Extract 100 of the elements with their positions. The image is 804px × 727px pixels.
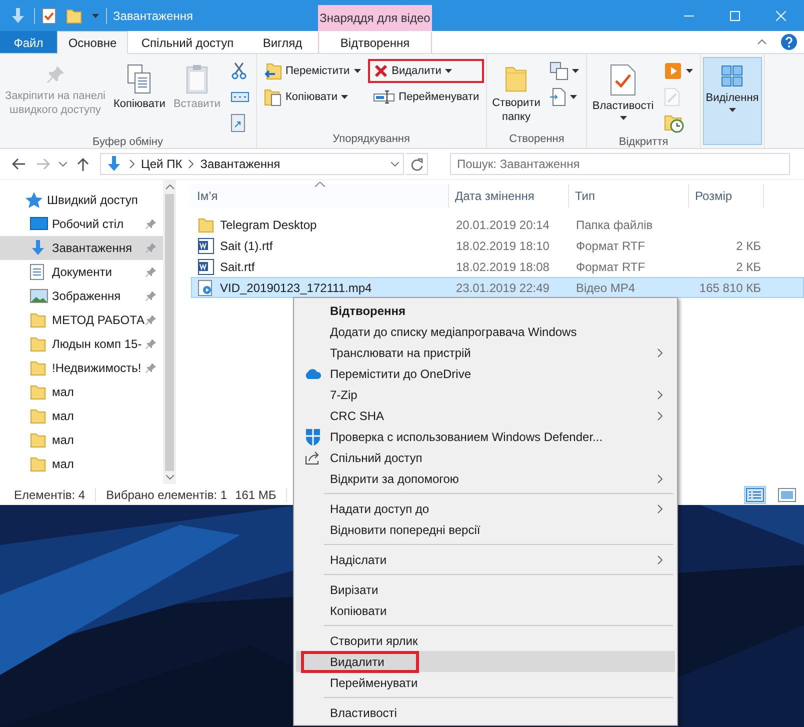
nav-item[interactable]: Документи xyxy=(0,260,163,284)
menu-item[interactable]: Копіювати xyxy=(296,600,675,621)
nav-item[interactable]: Завантаження xyxy=(0,236,163,260)
details-view-button[interactable] xyxy=(744,486,766,504)
ribbon-button[interactable]: Видалити xyxy=(368,59,484,83)
ribbon-button[interactable]: Виділення xyxy=(702,57,762,145)
chevron-right-icon xyxy=(129,159,135,169)
back-arrow-icon xyxy=(12,158,26,170)
ribbon-tab[interactable]: Спільний доступ xyxy=(128,31,247,53)
cloud-icon xyxy=(304,368,322,378)
date-cell: 23.01.2019 22:49 xyxy=(456,280,550,294)
ribbon-tab[interactable]: Відтворення xyxy=(318,31,432,53)
pin-icon xyxy=(145,266,157,278)
chevron-right-icon xyxy=(657,410,663,420)
menu-item[interactable]: Видалити xyxy=(296,651,675,672)
menu-item[interactable]: 7-Zip xyxy=(296,384,675,405)
ribbon-tab[interactable]: Основне xyxy=(57,31,128,54)
ribbon-button[interactable]: Створити папку xyxy=(489,57,544,127)
large-icons-view-button[interactable] xyxy=(776,486,798,504)
chevron-right-icon xyxy=(657,390,663,400)
column-header[interactable]: Тип xyxy=(569,184,689,208)
menu-item[interactable]: CRC SHA xyxy=(296,405,675,426)
folder-icon xyxy=(30,432,46,448)
nav-item[interactable]: Зображення xyxy=(0,284,163,308)
refresh-button[interactable] xyxy=(406,153,428,175)
menu-item[interactable]: Властивості xyxy=(296,702,675,723)
type-cell: Формат RTF xyxy=(576,238,646,252)
nav-item[interactable]: Швидкий доступ xyxy=(0,188,163,212)
ribbon-tab[interactable]: Файл xyxy=(0,31,57,53)
ribbon-button[interactable]: Властивості xyxy=(589,57,657,127)
menu-item[interactable]: Відкрити за допомогою xyxy=(296,468,675,489)
word-document-icon xyxy=(198,238,214,254)
pin-icon xyxy=(45,64,66,86)
menu-item[interactable]: Спільний доступ xyxy=(296,447,675,468)
column-header[interactable]: Ім’я xyxy=(191,184,449,208)
delete-icon xyxy=(374,64,388,78)
ribbon-button[interactable]: Перейменувати xyxy=(368,85,484,109)
new-item-icon xyxy=(550,62,568,80)
group-label: Відкриття xyxy=(618,136,668,148)
file-name: VID_20190123_172111.mp4 xyxy=(220,280,372,294)
nav-item[interactable]: мал xyxy=(0,380,163,404)
download-arrow-icon xyxy=(105,155,123,173)
pin-icon xyxy=(145,218,157,230)
folder-page-icon xyxy=(264,88,282,106)
caret-icon xyxy=(445,69,452,73)
file-row[interactable]: Telegram Desktop 20.01.2019 20:14 Папка файлів xyxy=(191,214,804,235)
nav-item[interactable]: мал xyxy=(0,404,163,428)
caret-icon xyxy=(570,95,578,99)
file-row[interactable]: VID_20190123_172111.mp4 23.01.2019 22:49 Відео MP4 165 810 КБ xyxy=(191,277,804,298)
file-name: Telegram Desktop xyxy=(220,218,317,232)
nav-item[interactable]: МЕТОД РАБОТА xyxy=(0,308,163,332)
ribbon-tab[interactable]: Вигляд xyxy=(247,31,318,53)
menu-item[interactable]: Відновити попередні версії xyxy=(296,519,675,540)
chevron-down-icon xyxy=(59,162,67,166)
nav-item[interactable]: !Недвижимость! xyxy=(0,356,163,380)
file-row[interactable]: Sait (1).rtf 18.02.2019 18:10 Формат RTF 2 КБ xyxy=(191,235,804,256)
caret-icon xyxy=(620,116,627,120)
collapse-caret-icon xyxy=(164,184,174,190)
clipboard-icon xyxy=(184,64,209,94)
document-icon xyxy=(30,264,44,280)
menu-item[interactable]: Транслювати на пристрій xyxy=(296,342,675,363)
document-arrow-icon xyxy=(550,88,566,106)
scrollbar[interactable] xyxy=(163,180,176,484)
nav-item[interactable]: мал xyxy=(0,452,163,476)
desktop-icon xyxy=(30,217,48,231)
shield-icon xyxy=(305,428,321,446)
menu-item[interactable]: Відтворення xyxy=(296,300,675,321)
breadcrumb[interactable]: Завантаження xyxy=(200,157,280,171)
nav-item[interactable]: Людын комп 15- xyxy=(0,332,163,356)
chevron-down-icon xyxy=(391,162,399,166)
nav-item[interactable]: Робочий стіл xyxy=(0,212,163,236)
search-field[interactable]: Пошук: Завантаження xyxy=(450,153,790,175)
menu-item[interactable]: Перемістити до OneDrive xyxy=(296,363,675,384)
pin-icon xyxy=(145,290,157,302)
column-header[interactable]: Розмір xyxy=(689,184,764,208)
image-icon xyxy=(30,289,48,303)
menu-item[interactable]: Проверка с использованием Windows Defender... xyxy=(296,426,675,447)
breadcrumb[interactable]: Цей ПК xyxy=(141,157,182,171)
pin-icon xyxy=(145,338,157,350)
size-cell: 2 КБ xyxy=(736,260,761,274)
ribbon-button[interactable]: Копіювати xyxy=(110,57,168,127)
chevron-right-icon xyxy=(657,554,663,564)
column-header[interactable]: Дата змінення xyxy=(449,184,569,208)
menu-item[interactable]: Вирізати xyxy=(296,579,675,600)
menu-item[interactable]: Перейменувати xyxy=(296,672,675,693)
ribbon-button[interactable]: Перемістити xyxy=(258,59,366,83)
address-bar[interactable]: Цей ПК Завантаження xyxy=(100,153,404,175)
menu-item[interactable]: Надати доступ до xyxy=(296,498,675,519)
menu-item[interactable]: Надіслати xyxy=(296,549,675,570)
menu-item[interactable]: Створити ярлик xyxy=(296,630,675,651)
nav-item[interactable]: мал xyxy=(0,428,163,452)
pin-icon xyxy=(145,242,157,254)
copy-icon xyxy=(127,64,152,94)
menu-item[interactable]: Додати до списку медіапрогравача Windows xyxy=(296,321,675,342)
selection-count: Вибрано елементів: 1 xyxy=(106,488,228,502)
properties-icon xyxy=(610,64,636,96)
ribbon-button[interactable]: Копіювати xyxy=(258,85,366,109)
play-icon xyxy=(664,62,682,80)
file-row[interactable]: Sait.rtf 18.02.2019 18:08 Формат RTF 2 КБ xyxy=(191,256,804,277)
details-view-icon xyxy=(746,488,764,502)
